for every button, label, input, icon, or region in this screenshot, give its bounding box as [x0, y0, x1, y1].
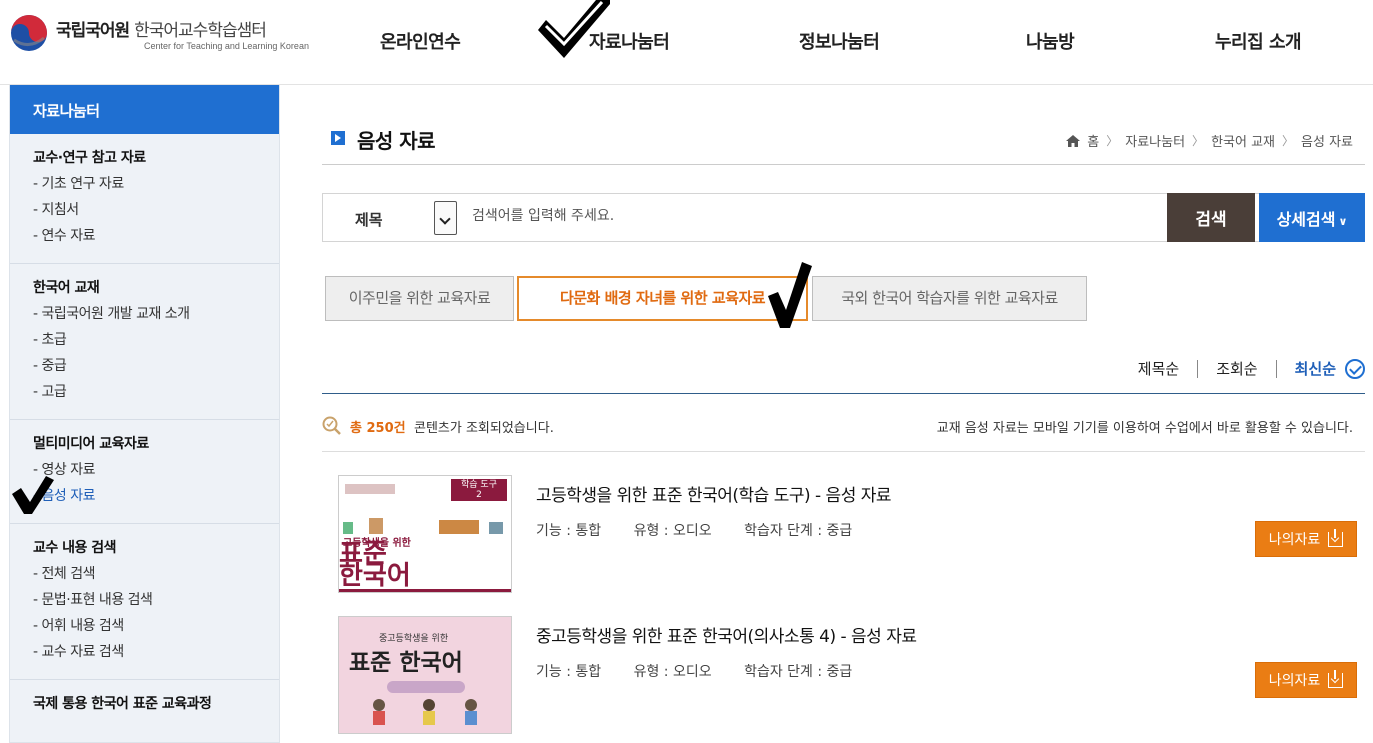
chevron-right-icon: 〉	[1282, 134, 1295, 148]
breadcrumb: 홈 〉 자료나눔터 〉 한국어 교재 〉 음성 자료	[1066, 131, 1353, 150]
cover-badge-num: 2	[476, 490, 482, 500]
sidebar: 자료나눔터 교수·연구 참고 자료 기초 연구 자료 지침서 연수 자료 한국어…	[9, 85, 280, 743]
sort-by-title[interactable]: 제목순	[1138, 358, 1179, 379]
tab-multicultural[interactable]: 다문화 배경 자녀를 위한 교육자료	[517, 276, 808, 321]
home-icon[interactable]	[1066, 134, 1081, 147]
breadcrumb-home[interactable]: 홈	[1087, 131, 1099, 150]
my-resource-label: 나의자료	[1268, 673, 1321, 689]
breadcrumb-item[interactable]: 자료나눔터	[1125, 131, 1185, 150]
book-cover-image[interactable]: 중고등학생을 위한 표준 한국어	[338, 616, 512, 734]
cover-text: 한국어	[339, 561, 411, 591]
tab-overseas[interactable]: 국외 한국어 학습자를 위한 교육자료	[812, 276, 1087, 321]
list-item: 학습 도구 2 고등학생을 위한 표준 한국어 고등학생을 위한 표준 한국어(학…	[338, 475, 1365, 595]
breadcrumb-current: 음성 자료	[1301, 135, 1353, 150]
sidebar-title: 자료나눔터	[10, 85, 279, 134]
result-note: 교재 음성 자료는 모바일 기기를 이용하여 수업에서 바로 활용할 수 있습니…	[936, 421, 1353, 436]
sidebar-item-vocab-search[interactable]: 어휘 내용 검색	[33, 617, 279, 643]
sort-options: 제목순 조회순 최신순	[1138, 358, 1365, 379]
item-function: 기능 : 통합	[536, 523, 602, 539]
sidebar-item-grammar-search[interactable]: 문법·표현 내용 검색	[33, 591, 279, 617]
magnifier-icon	[322, 416, 341, 435]
sort-by-views[interactable]: 조회순	[1216, 358, 1257, 379]
download-icon	[1328, 669, 1344, 688]
search-button[interactable]: 검색	[1167, 193, 1255, 242]
page-title-row: 음성 자료 홈 〉 자료나눔터 〉 한국어 교재 〉 음성 자료	[322, 125, 1365, 165]
divider	[322, 451, 1365, 452]
title-bullet-icon	[331, 131, 345, 145]
result-total: 총 250건	[350, 421, 406, 436]
sidebar-item-nikl-textbook[interactable]: 국립국어원 개발 교재 소개	[33, 305, 279, 331]
sidebar-group-title[interactable]: 교수 내용 검색	[33, 537, 279, 557]
item-type: 유형 : 오디오	[633, 664, 712, 680]
sidebar-group-title[interactable]: 교수·연구 참고 자료	[33, 147, 279, 167]
site-header: 국립국어원 한국어교수학습샘터 Center for Teaching and …	[0, 0, 1373, 85]
search-bar: 제목 검색 상세검색∨	[322, 193, 1365, 242]
global-nav: 온라인연수 자료나눔터 정보나눔터 나눔방 누리집 소개	[0, 28, 1373, 58]
advanced-search-label: 상세검색	[1276, 209, 1336, 229]
chevron-down-icon: ∨	[1338, 214, 1348, 228]
search-category-select[interactable]: 제목	[355, 209, 383, 230]
nav-info-share[interactable]: 정보나눔터	[799, 28, 880, 54]
item-function: 기능 : 통합	[536, 664, 602, 680]
checkmark-annotation-icon	[538, 0, 610, 58]
result-text: 콘텐츠가 조회되었습니다.	[414, 421, 554, 436]
tab-immigrant[interactable]: 이주민을 위한 교육자료	[325, 276, 514, 321]
cover-text: 표준 한국어	[349, 650, 463, 676]
sidebar-item-video[interactable]: 영상 자료	[33, 461, 279, 487]
sidebar-item-beginner[interactable]: 초급	[33, 331, 279, 357]
sidebar-group-title[interactable]: 국제 통용 한국어 표준 교육과정	[33, 693, 279, 713]
list-item: 중고등학생을 위한 표준 한국어 중고등학생을 위한 표준 한국어(의사소통 4…	[338, 616, 1365, 736]
divider	[322, 393, 1365, 394]
divider	[1275, 359, 1277, 378]
checkmark-annotation-icon	[12, 476, 54, 514]
nav-site-intro[interactable]: 누리집 소개	[1215, 28, 1302, 54]
nav-online-training[interactable]: 온라인연수	[380, 28, 461, 54]
my-resource-label: 나의자료	[1268, 532, 1321, 548]
breadcrumb-item[interactable]: 한국어 교재	[1211, 131, 1275, 150]
sidebar-item-audio[interactable]: 음성 자료	[33, 487, 279, 513]
page-title: 음성 자료	[357, 129, 436, 153]
sidebar-group-research: 교수·연구 참고 자료 기초 연구 자료 지침서 연수 자료	[10, 134, 279, 264]
cover-badge: 학습 도구	[461, 480, 497, 490]
checkmark-annotation-icon	[768, 262, 812, 328]
my-resource-button[interactable]: 나의자료	[1255, 662, 1357, 698]
sidebar-item-advanced[interactable]: 고급	[33, 383, 279, 409]
download-icon	[1328, 528, 1344, 547]
item-meta: 기능 : 통합 유형 : 오디오 학습자 단계 : 중급	[536, 661, 880, 681]
advanced-search-button[interactable]: 상세검색 ∨	[1259, 193, 1365, 242]
sidebar-item-training-material[interactable]: 연수 자료	[33, 227, 279, 253]
sidebar-item-basic-research[interactable]: 기초 연구 자료	[33, 175, 279, 201]
search-input[interactable]	[472, 208, 1152, 224]
sidebar-item-intermediate[interactable]: 중급	[33, 357, 279, 383]
divider	[1197, 359, 1199, 378]
book-cover-image[interactable]: 학습 도구 2 고등학생을 위한 표준 한국어	[338, 475, 512, 593]
sidebar-group-title[interactable]: 멀티미디어 교육자료	[33, 433, 279, 453]
sidebar-item-guidebook[interactable]: 지침서	[33, 201, 279, 227]
sort-by-latest[interactable]: 최신순	[1295, 358, 1336, 379]
sidebar-group-search: 교수 내용 검색 전체 검색 문법·표현 내용 검색 어휘 내용 검색 교수 자…	[10, 524, 279, 680]
sidebar-group-textbook: 한국어 교재 국립국어원 개발 교재 소개 초급 중급 고급	[10, 264, 279, 420]
chevron-right-icon: 〉	[1106, 134, 1119, 148]
item-level: 학습자 단계 : 중급	[744, 523, 853, 539]
item-meta: 기능 : 통합 유형 : 오디오 학습자 단계 : 중급	[536, 520, 880, 540]
check-circle-icon	[1345, 358, 1365, 379]
nav-sharing-room[interactable]: 나눔방	[1026, 28, 1075, 54]
sidebar-group-title[interactable]: 한국어 교재	[33, 277, 279, 297]
item-level: 학습자 단계 : 중급	[744, 664, 853, 680]
chevron-down-icon[interactable]	[434, 201, 457, 235]
sidebar-item-all-search[interactable]: 전체 검색	[33, 565, 279, 591]
item-type: 유형 : 오디오	[633, 523, 712, 539]
item-title[interactable]: 고등학생을 위한 표준 한국어(학습 도구) - 음성 자료	[536, 481, 892, 506]
my-resource-button[interactable]: 나의자료	[1255, 521, 1357, 557]
chevron-right-icon: 〉	[1192, 134, 1205, 148]
sidebar-item-material-search[interactable]: 교수 자료 검색	[33, 643, 279, 669]
sidebar-group-curriculum: 국제 통용 한국어 표준 교육과정	[10, 680, 279, 731]
item-title[interactable]: 중고등학생을 위한 표준 한국어(의사소통 4) - 음성 자료	[536, 622, 917, 647]
